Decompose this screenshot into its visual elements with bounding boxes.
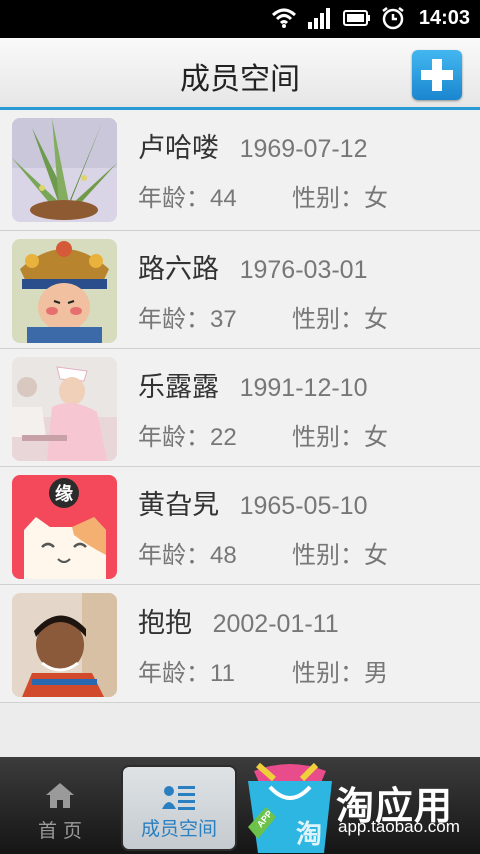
- member-age: 37: [210, 306, 237, 333]
- age-label: 年龄：: [138, 423, 210, 451]
- battery-icon: [342, 10, 370, 26]
- header-bar: 成员空间: [0, 38, 480, 110]
- bottom-tab-bar: 首 页 成员空间 APP 淘 淘应用 app.taobao.com: [0, 757, 480, 854]
- member-gender-field: 性别：男: [292, 653, 388, 688]
- member-name: 乐露露: [138, 372, 219, 403]
- wifi-icon: [271, 8, 296, 28]
- status-time: 14:03: [418, 6, 470, 29]
- plus-icon: [421, 59, 453, 91]
- tab-member-space[interactable]: 成员空间: [121, 765, 237, 851]
- member-name: 黄旮旯: [138, 490, 219, 521]
- member-age: 44: [210, 185, 237, 212]
- member-gender-field: 性别：女: [292, 417, 388, 452]
- member-gender: 女: [364, 423, 388, 451]
- tab-home-label: 首 页: [37, 820, 83, 842]
- tab-member-space-label: 成员空间: [140, 818, 217, 840]
- member-photo-boy: [12, 593, 117, 697]
- add-member-button[interactable]: [412, 50, 462, 100]
- member-birthdate: 1965-05-10: [239, 492, 368, 520]
- member-gender-field: 性别：女: [292, 535, 388, 570]
- member-photo-opera: [12, 239, 117, 343]
- member-age: 11: [210, 660, 235, 687]
- member-gender: 男: [364, 659, 388, 687]
- age-label: 年龄：: [138, 184, 210, 212]
- home-icon: [46, 783, 74, 808]
- member-age-field: 年龄：48: [138, 535, 237, 570]
- page-title: 成员空间: [180, 62, 300, 97]
- age-label: 年龄：: [138, 659, 210, 687]
- member-list-icon: [162, 786, 195, 810]
- member-name: 卢哈喽: [138, 133, 219, 164]
- member-photo-cat: 缘: [12, 475, 117, 579]
- cat-badge-text: 缘: [55, 484, 73, 505]
- taobao-app-url: app.taobao.com: [338, 817, 460, 836]
- gender-label: 性别：: [292, 305, 364, 333]
- member-row[interactable]: 缘 黄旮旯 1965-05-10 年龄：48 性别：女: [0, 467, 480, 585]
- member-birthdate: 1976-03-01: [239, 256, 368, 284]
- member-name-line: 乐露露 1991-12-10: [138, 365, 367, 404]
- age-label: 年龄：: [138, 541, 210, 569]
- member-gender: 女: [364, 541, 388, 569]
- gender-label: 性别：: [292, 659, 364, 687]
- member-age-field: 年龄：11: [138, 653, 235, 688]
- member-row[interactable]: 抱抱 2002-01-11 年龄：11 性别：男: [0, 585, 480, 703]
- member-name-line: 路六路 1976-03-01: [138, 247, 367, 286]
- member-gender-field: 性别：女: [292, 178, 388, 213]
- tab-home[interactable]: 首 页: [2, 765, 118, 851]
- member-birthdate: 1991-12-10: [239, 374, 368, 402]
- bag-logo-text: 淘: [296, 820, 322, 850]
- member-age: 22: [210, 424, 237, 451]
- member-row[interactable]: 卢哈喽 1969-07-12 年龄：44 性别：女: [0, 110, 480, 231]
- member-row[interactable]: 路六路 1976-03-01 年龄：37 性别：女: [0, 231, 480, 349]
- gender-label: 性别：: [292, 184, 364, 212]
- member-list: 卢哈喽 1969-07-12 年龄：44 性别：女 路六路 1976-03-01…: [0, 110, 480, 703]
- signal-icon: [307, 8, 330, 29]
- shopping-bag-icon: APP 淘: [248, 762, 332, 853]
- member-name-line: 抱抱 2002-01-11: [138, 601, 339, 640]
- member-age-field: 年龄：44: [138, 178, 237, 213]
- member-gender: 女: [364, 184, 388, 212]
- member-name-line: 黄旮旯 1965-05-10: [138, 483, 367, 522]
- member-birthdate: 1969-07-12: [239, 135, 368, 163]
- gender-label: 性别：: [292, 423, 364, 451]
- age-label: 年龄：: [138, 305, 210, 333]
- member-age-field: 年龄：37: [138, 299, 237, 334]
- member-photo-aloe: [12, 118, 117, 222]
- status-icons: 14:03: [271, 6, 470, 30]
- alarm-clock-icon: [382, 7, 404, 30]
- member-age-field: 年龄：22: [138, 417, 237, 452]
- member-name: 路六路: [138, 254, 219, 285]
- member-gender-field: 性别：女: [292, 299, 388, 334]
- member-photo-nurse: [12, 357, 117, 461]
- member-age: 48: [210, 542, 237, 569]
- taobao-app-banner[interactable]: APP 淘 淘应用 app.taobao.com: [244, 757, 480, 854]
- member-name-line: 卢哈喽 1969-07-12: [138, 126, 367, 165]
- member-birthdate: 2002-01-11: [212, 610, 339, 638]
- gender-label: 性别：: [292, 541, 364, 569]
- member-gender: 女: [364, 305, 388, 333]
- member-name: 抱抱: [138, 608, 192, 639]
- status-bar: 14:03: [0, 0, 480, 38]
- member-row[interactable]: 乐露露 1991-12-10 年龄：22 性别：女: [0, 349, 480, 467]
